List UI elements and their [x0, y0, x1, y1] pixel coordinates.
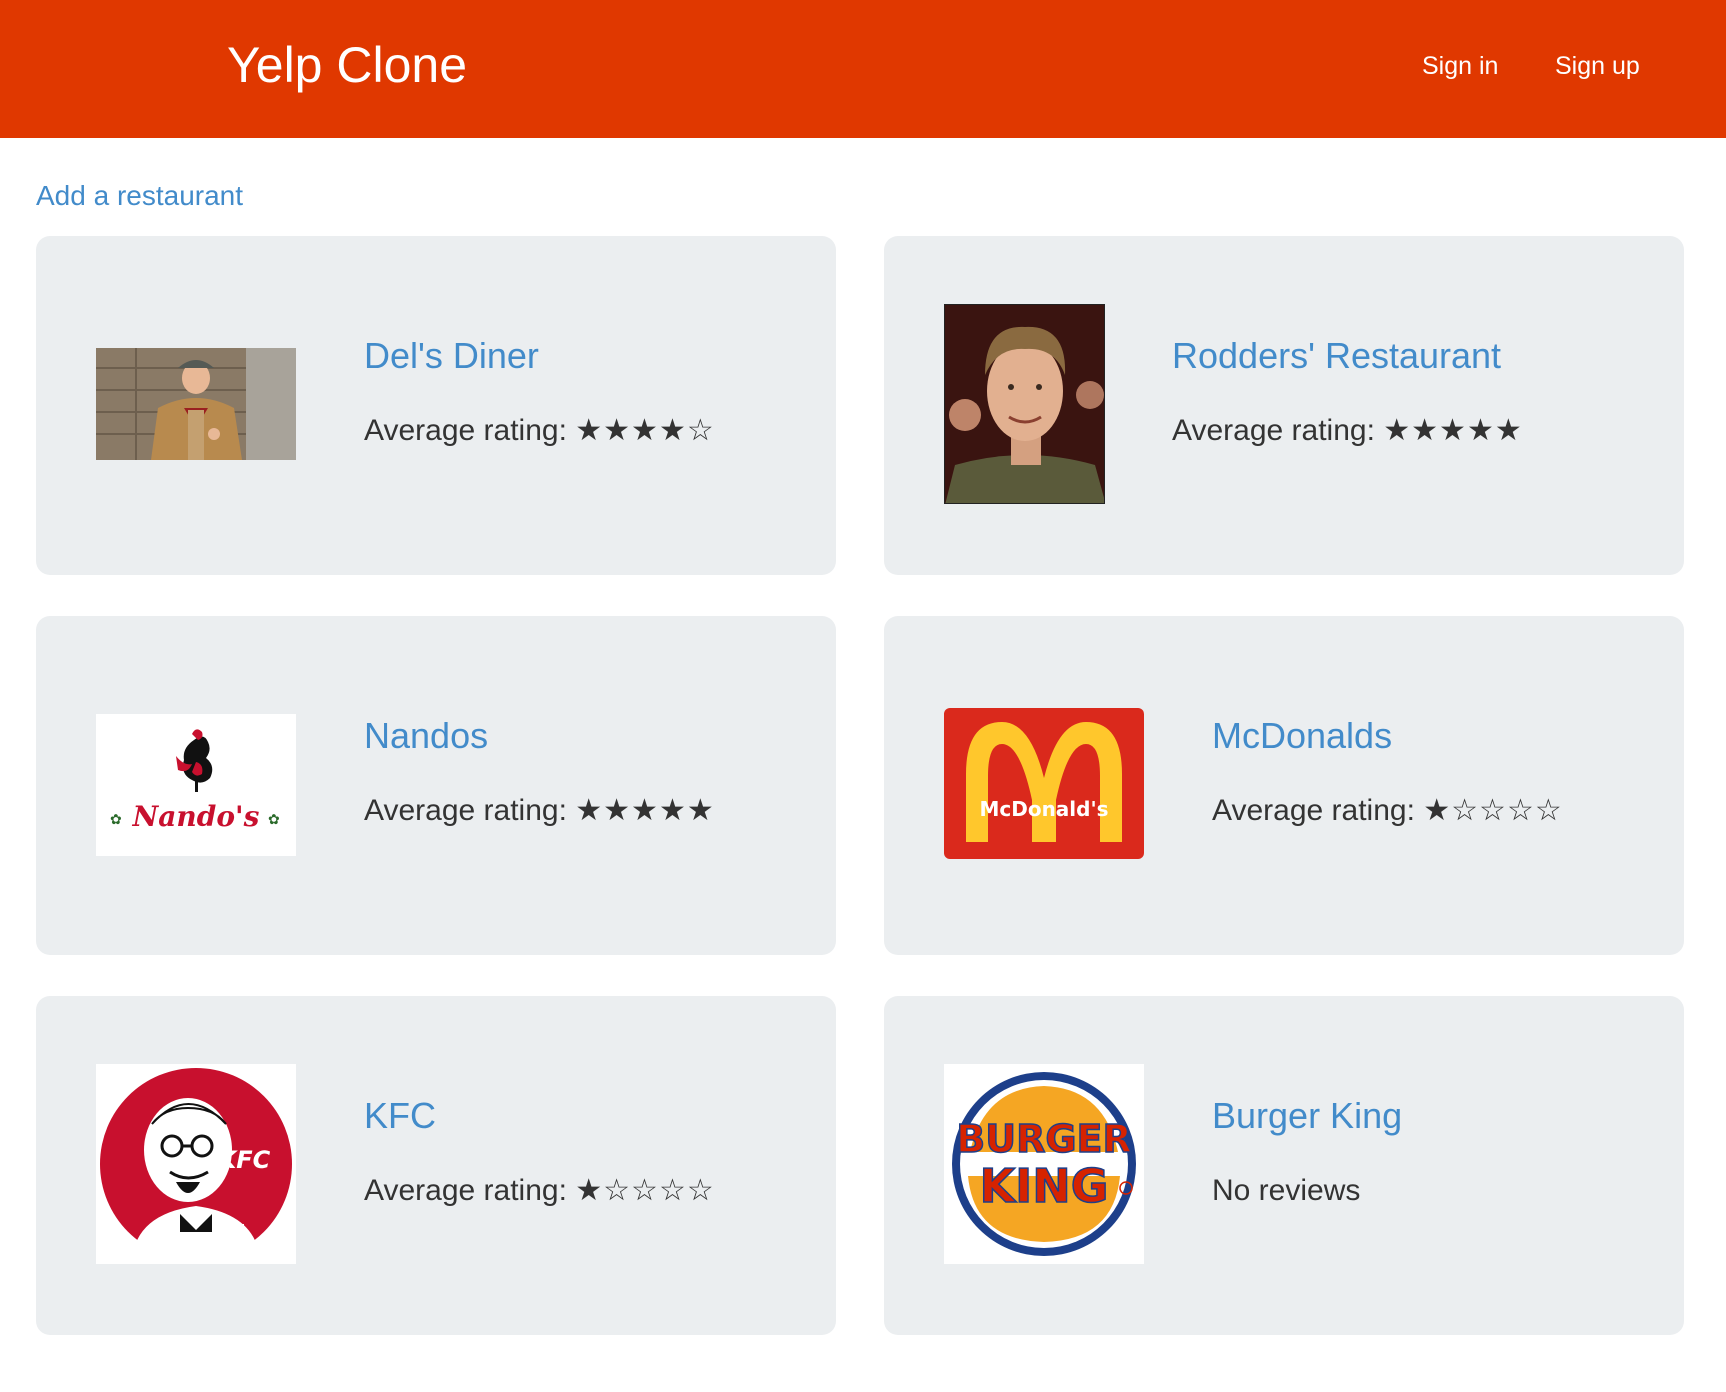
restaurant-card: BURGER KING Burger King No reviews	[884, 996, 1684, 1335]
average-rating: Average rating: ★☆☆☆☆	[364, 1171, 715, 1211]
top-navbar: Yelp Clone Sign in Sign up	[0, 0, 1726, 138]
add-restaurant-link[interactable]: Add a restaurant	[36, 178, 243, 214]
restaurant-logo: KFC	[96, 1064, 296, 1264]
restaurant-card: Rodders' Restaurant Average rating: ★★★★…	[884, 236, 1684, 575]
rating-stars: ★★★★★	[1383, 413, 1523, 448]
restaurant-name-link[interactable]: Nandos	[364, 714, 488, 758]
restaurant-name-link[interactable]: Burger King	[1212, 1094, 1402, 1138]
rating-label: Average rating:	[364, 794, 567, 827]
restaurant-name-link[interactable]: KFC	[364, 1094, 436, 1138]
average-rating: Average rating: ★★★★★	[1172, 411, 1523, 451]
restaurant-photo	[96, 348, 296, 460]
average-rating: Average rating: ★★★★★	[364, 791, 715, 831]
svg-text:McDonald's: McDonald's	[979, 797, 1108, 821]
no-reviews-text: No reviews	[1212, 1174, 1361, 1207]
sign-in-link[interactable]: Sign in	[1422, 48, 1498, 84]
average-rating: Average rating: ★☆☆☆☆	[1212, 791, 1563, 831]
svg-text:BURGER: BURGER	[956, 1117, 1132, 1161]
restaurant-name-link[interactable]: Del's Diner	[364, 334, 539, 378]
restaurant-logo: Nando's ✿ ✿	[96, 714, 296, 856]
rating-label: Average rating:	[1172, 414, 1375, 447]
rating-stars: ★★★★★	[575, 793, 715, 828]
restaurant-logo: BURGER KING	[944, 1064, 1144, 1264]
restaurant-name-link[interactable]: Rodders' Restaurant	[1172, 334, 1501, 378]
svg-text:Nando's: Nando's	[132, 800, 260, 833]
svg-text:KFC: KFC	[218, 1146, 271, 1174]
restaurant-name-link[interactable]: McDonalds	[1212, 714, 1392, 758]
svg-text:KING: KING	[979, 1159, 1108, 1213]
restaurant-card: Del's Diner Average rating: ★★★★☆	[36, 236, 836, 575]
rating-label: Average rating:	[364, 1174, 567, 1207]
restaurant-photo	[944, 304, 1105, 504]
brand-link[interactable]: Yelp Clone	[227, 30, 467, 100]
restaurant-card: Nando's ✿ ✿ Nandos Average rating: ★★★★★	[36, 616, 836, 955]
svg-text:✿: ✿	[268, 811, 280, 827]
rating-label: Average rating:	[364, 414, 567, 447]
restaurant-card: KFC KFC Average rating: ★☆☆☆☆	[36, 996, 836, 1335]
svg-text:✿: ✿	[110, 811, 122, 827]
restaurant-card: McDonald's McDonalds Average rating: ★☆☆…	[884, 616, 1684, 955]
rating-stars: ★☆☆☆☆	[1423, 793, 1563, 828]
average-rating: Average rating: ★★★★☆	[364, 411, 715, 451]
rooster-icon	[176, 729, 213, 792]
rating-stars: ★★★★☆	[575, 413, 715, 448]
restaurant-logo: McDonald's	[944, 708, 1144, 859]
rating-stars: ★☆☆☆☆	[575, 1173, 715, 1208]
sign-up-link[interactable]: Sign up	[1555, 48, 1640, 84]
rating-label: Average rating:	[1212, 794, 1415, 827]
